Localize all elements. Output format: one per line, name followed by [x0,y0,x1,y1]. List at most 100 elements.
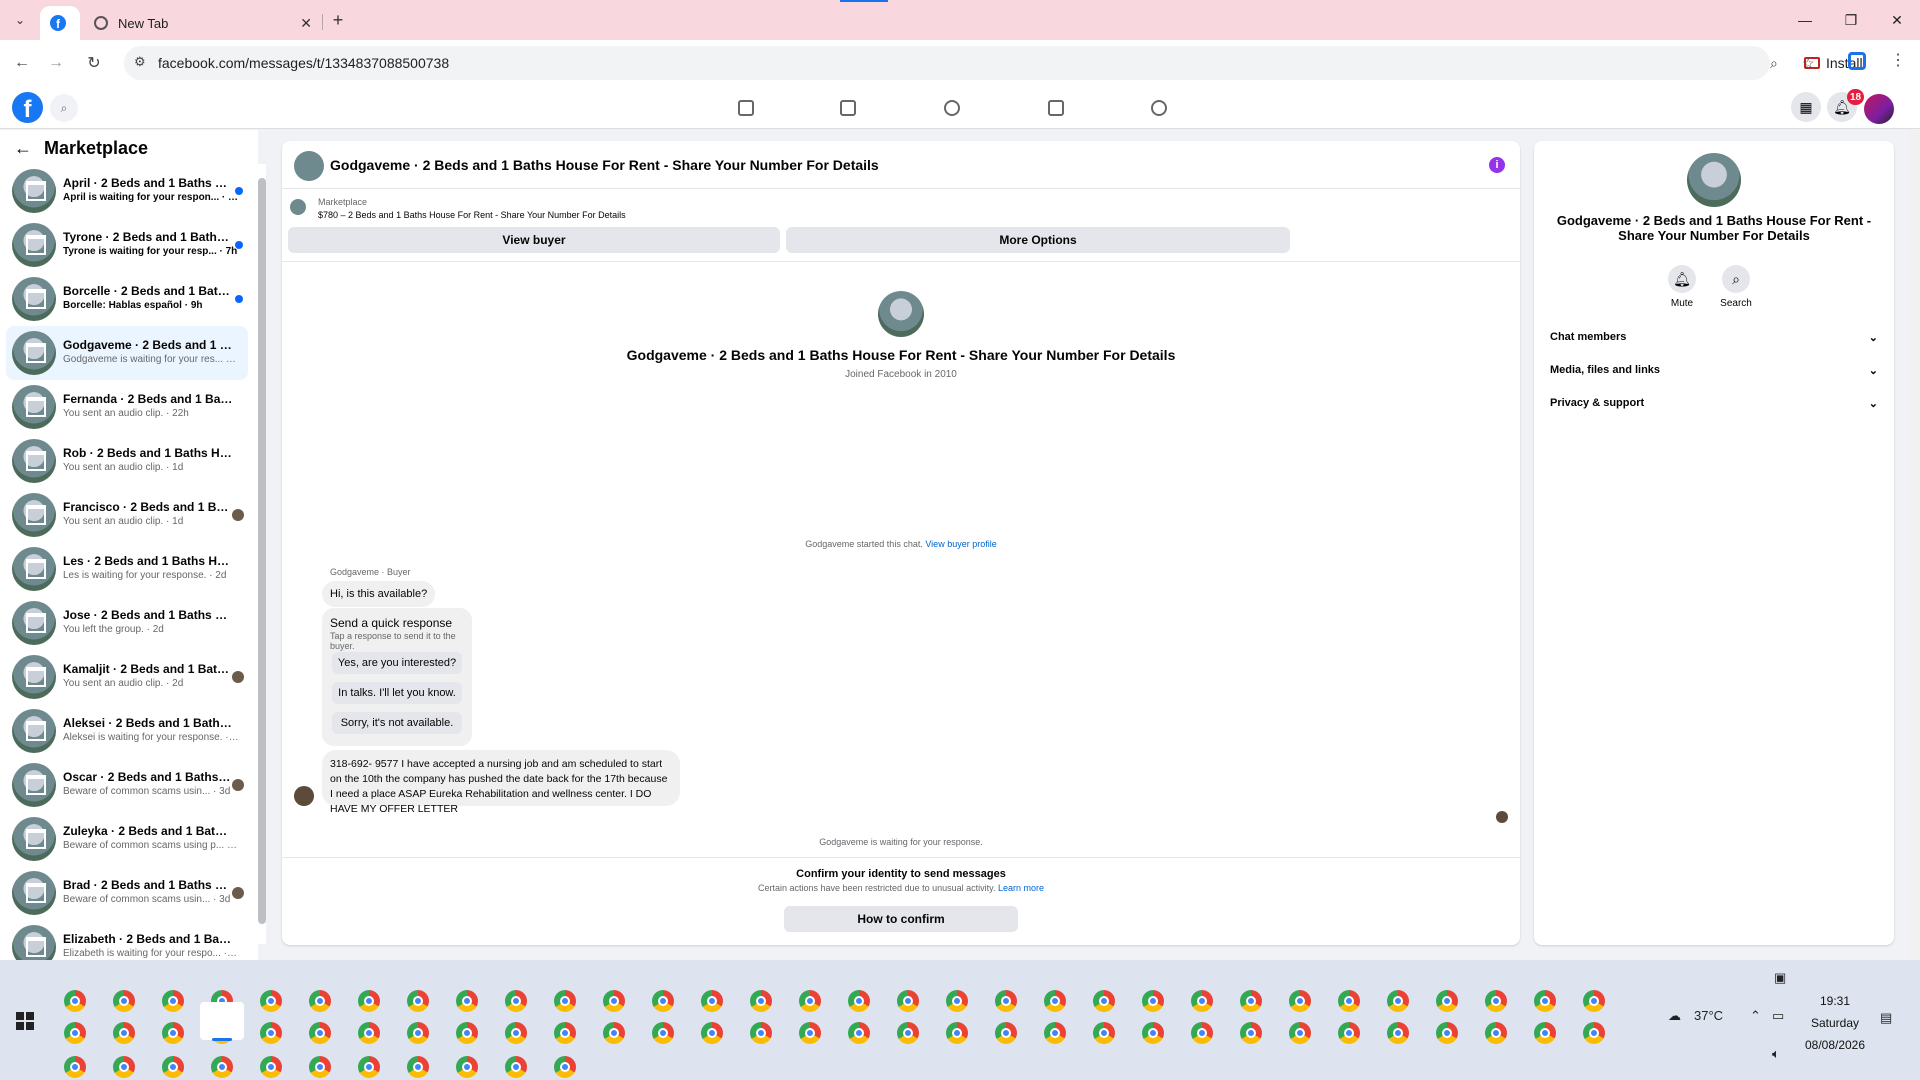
chrome-app-icon[interactable] [1583,1022,1605,1044]
conversation-item[interactable]: Brad · 2 Beds and 1 Baths House For Rent… [6,866,248,920]
back-arrow-icon[interactable]: ← [14,138,32,159]
tray-device-icon[interactable]: ▣ [1774,970,1786,986]
chrome-app-icon[interactable] [799,990,821,1012]
chrome-app-icon[interactable] [162,990,184,1012]
reload-icon[interactable]: ↻ [82,51,106,75]
chrome-app-icon[interactable] [505,1022,527,1044]
zoom-icon[interactable]: ⌕ [1770,55,1778,72]
bookmark-star-icon[interactable]: ☆ [1802,55,1815,72]
conversation-item[interactable]: Les · 2 Beds and 1 Baths House For Rent … [6,542,248,596]
chrome-app-icon[interactable] [1534,990,1556,1012]
chrome-app-icon[interactable] [358,1056,380,1078]
chrome-app-icon[interactable] [1142,990,1164,1012]
tray-chevron-up-icon[interactable]: ⌃ [1750,1008,1761,1024]
learn-more-link[interactable]: Learn more [998,883,1044,893]
quick-response-option[interactable]: Sorry, it's not available. [332,712,462,734]
chrome-app-icon[interactable] [1044,1022,1066,1044]
nav-friends-icon[interactable] [930,92,974,124]
chrome-app-icon[interactable] [750,990,772,1012]
chrome-app-icon[interactable] [1534,1022,1556,1044]
info-icon[interactable]: i [1489,157,1505,173]
conversation-item[interactable]: Fernanda · 2 Beds and 1 Baths House For … [6,380,248,434]
chrome-app-icon[interactable] [946,1022,968,1044]
chrome-app-icon[interactable] [1338,1022,1360,1044]
chat-title[interactable]: Godgaveme · 2 Beds and 1 Baths House For… [330,157,879,173]
conversation-item[interactable]: Aleksei · 2 Beds and 1 Baths House For R… [6,704,248,758]
chrome-app-icon[interactable] [407,990,429,1012]
chrome-app-icon[interactable] [309,1056,331,1078]
privacy-support-section[interactable]: Privacy & support ⌄ [1544,388,1884,418]
chat-avatar[interactable] [294,151,324,181]
chrome-app-icon[interactable] [456,1022,478,1044]
chrome-app-icon[interactable] [505,990,527,1012]
chrome-app-icon[interactable] [897,1022,919,1044]
site-settings-icon[interactable]: ⚙ [134,54,150,70]
chrome-app-icon[interactable] [64,1056,86,1078]
chrome-app-icon[interactable] [1191,990,1213,1012]
chrome-app-icon[interactable] [64,990,86,1012]
page-scrollbar[interactable] [1908,130,1920,960]
browser-menu-icon[interactable]: ⋮ [1890,50,1906,70]
chrome-app-icon[interactable] [1485,990,1507,1012]
conversation-item[interactable]: Oscar · 2 Beds and 1 Baths House For Ren… [6,758,248,812]
new-tab-button[interactable]: + [326,8,350,32]
network-icon[interactable]: ▭ [1772,1008,1784,1024]
forward-arrow-icon[interactable]: → [44,51,68,75]
chrome-app-icon[interactable] [995,1022,1017,1044]
tab-new-tab[interactable]: New Tab ✕ [84,6,322,40]
account-avatar[interactable] [1864,94,1894,124]
chrome-app-icon[interactable] [260,1056,282,1078]
chrome-app-icon[interactable] [1485,1022,1507,1044]
chrome-app-icon[interactable] [652,990,674,1012]
conversation-item[interactable]: Godgaveme · 2 Beds and 1 Baths House For… [6,326,248,380]
chrome-app-icon[interactable] [897,990,919,1012]
media-files-section[interactable]: Media, files and links ⌄ [1544,355,1884,385]
nav-marketplace-icon[interactable] [1034,92,1078,124]
restore-button[interactable]: ❐ [1836,8,1866,32]
chrome-app-icon[interactable] [309,990,331,1012]
conversation-item[interactable]: Zuleyka · 2 Beds and 1 Baths House For R… [6,812,248,866]
conversation-item[interactable]: Elizabeth · 2 Beds and 1 Baths House For… [6,920,248,960]
chrome-app-icon[interactable] [1240,990,1262,1012]
address-bar[interactable]: ⚙ facebook.com/messages/t/13348370885007… [124,46,1863,80]
chrome-app-icon[interactable] [113,990,135,1012]
chrome-app-icon[interactable] [162,1022,184,1044]
nav-home-icon[interactable] [724,92,768,124]
chrome-app-icon[interactable] [652,1022,674,1044]
chrome-app-icon[interactable] [505,1056,527,1078]
chrome-app-icon[interactable] [407,1056,429,1078]
sidebar-scrollbar[interactable] [258,164,266,944]
nav-video-icon[interactable] [826,92,870,124]
notification-center-icon[interactable]: ▤ [1880,1010,1892,1026]
chrome-app-icon[interactable] [1436,1022,1458,1044]
conversation-item[interactable]: Rob · 2 Beds and 1 Baths House For Rent … [6,434,248,488]
menu-grid-icon[interactable]: ▦ [1791,92,1821,122]
view-buyer-button[interactable]: View buyer [288,227,780,253]
chrome-app-icon[interactable] [309,1022,331,1044]
chrome-app-icon[interactable] [995,990,1017,1012]
chat-members-section[interactable]: Chat members ⌄ [1544,322,1884,352]
how-to-confirm-button[interactable]: How to confirm [784,906,1018,932]
chrome-app-icon[interactable] [750,1022,772,1044]
listing-title[interactable]: $780 – 2 Beds and 1 Baths House For Rent… [318,210,626,220]
chrome-app-icon[interactable] [113,1022,135,1044]
chrome-app-icon[interactable] [456,1056,478,1078]
taskbar-active-app[interactable] [200,1002,244,1040]
chrome-app-icon[interactable] [603,1022,625,1044]
chrome-app-icon[interactable] [1289,990,1311,1012]
chrome-app-icon[interactable] [1191,1022,1213,1044]
chrome-app-icon[interactable] [603,990,625,1012]
weather-icon[interactable]: ☁ [1668,1008,1681,1024]
minimize-button[interactable]: — [1790,8,1820,32]
chrome-app-icon[interactable] [1387,1022,1409,1044]
temperature-text[interactable]: 37°C [1694,1008,1723,1023]
chrome-app-icon[interactable] [1142,1022,1164,1044]
chrome-app-icon[interactable] [1338,990,1360,1012]
chrome-app-icon[interactable] [554,990,576,1012]
chrome-app-icon[interactable] [1583,990,1605,1012]
mute-button[interactable]: 🔔︎ Mute [1662,265,1702,309]
chrome-app-icon[interactable] [946,990,968,1012]
chrome-app-icon[interactable] [1436,990,1458,1012]
conversation-item[interactable]: Borcelle · 2 Beds and 1 Baths House For … [6,272,248,326]
chrome-app-icon[interactable] [554,1022,576,1044]
